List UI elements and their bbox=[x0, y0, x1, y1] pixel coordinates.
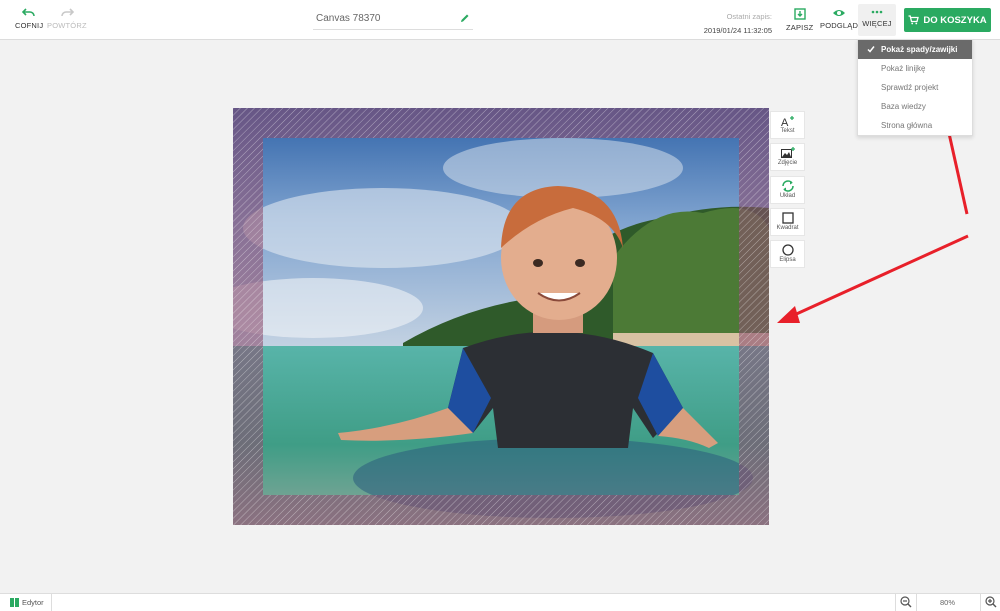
tool-label: Układ bbox=[779, 193, 796, 199]
last-save-time: 2019/01/24 11:32:05 bbox=[703, 26, 772, 35]
add-to-cart-button[interactable]: DO KOSZYKA bbox=[904, 8, 991, 32]
ellipse-tool[interactable]: Elipsa bbox=[770, 240, 805, 268]
save-icon bbox=[794, 8, 806, 20]
redo-label: POWTÓRZ bbox=[47, 21, 87, 30]
ellipse-icon bbox=[781, 244, 794, 256]
add-image-tool[interactable]: Zdjęcie bbox=[770, 143, 805, 171]
text-add-icon: A bbox=[781, 116, 794, 127]
more-dots-icon bbox=[871, 10, 883, 14]
eye-icon bbox=[833, 10, 846, 16]
save-label: ZAPISZ bbox=[786, 23, 814, 32]
add-text-tool[interactable]: A Tekst bbox=[770, 111, 805, 139]
divider bbox=[980, 594, 981, 611]
menu-item-label: Pokaż linijkę bbox=[881, 64, 926, 73]
menu-item-knowledge-base[interactable]: Baza wiedzy bbox=[858, 97, 972, 116]
menu-item-label: Pokaż spady/zawijki bbox=[881, 45, 958, 54]
image-add-icon bbox=[780, 147, 795, 158]
more-menu: Pokaż spady/zawijki Pokaż linijkę Sprawd… bbox=[857, 39, 973, 136]
editor-label: Edytor bbox=[22, 598, 44, 607]
editor-tab[interactable]: Edytor bbox=[0, 594, 52, 611]
layout-refresh-icon bbox=[781, 180, 794, 192]
menu-item-show-ruler[interactable]: Pokaż linijkę bbox=[858, 59, 972, 78]
project-title-field[interactable]: Canvas 78370 bbox=[313, 10, 473, 30]
menu-item-check-project[interactable]: Sprawdź projekt bbox=[858, 78, 972, 97]
svg-text:A: A bbox=[781, 117, 789, 127]
cart-label: DO KOSZYKA bbox=[923, 14, 987, 26]
divider bbox=[895, 594, 896, 611]
more-label: WIĘCEJ bbox=[862, 19, 892, 28]
square-icon bbox=[781, 212, 794, 224]
menu-item-label: Sprawdź projekt bbox=[881, 83, 939, 92]
square-tool[interactable]: Kwadrat bbox=[770, 208, 805, 236]
top-toolbar: COFNIJ POWTÓRZ Canvas 78370 Ostatni zapi… bbox=[0, 0, 1000, 40]
pencil-icon[interactable] bbox=[460, 13, 470, 23]
project-title: Canvas 78370 bbox=[316, 13, 381, 24]
zoom-out-icon[interactable] bbox=[900, 596, 912, 608]
menu-item-label: Baza wiedzy bbox=[881, 102, 926, 111]
design-canvas[interactable] bbox=[233, 108, 769, 525]
save-button[interactable]: ZAPISZ bbox=[786, 8, 813, 32]
last-save-label: Ostatni zapis: bbox=[726, 12, 772, 21]
zoom-in-icon[interactable] bbox=[985, 596, 997, 608]
checkmark-icon bbox=[867, 46, 875, 53]
menu-item-label: Strona główna bbox=[881, 121, 933, 130]
tool-label: Zdjęcie bbox=[777, 160, 798, 166]
menu-item-home-page[interactable]: Strona główna bbox=[858, 116, 972, 135]
tool-label: Tekst bbox=[780, 128, 795, 134]
layout-tool[interactable]: Układ bbox=[770, 176, 805, 204]
book-icon bbox=[10, 598, 19, 607]
last-save-info: Ostatni zapis: 2019/01/24 11:32:05 bbox=[704, 10, 772, 38]
undo-label: COFNIJ bbox=[15, 21, 44, 30]
zoom-level: 80% bbox=[940, 598, 956, 607]
cart-icon bbox=[908, 15, 920, 25]
undo-icon bbox=[22, 8, 35, 17]
preview-label: PODGLĄD bbox=[820, 21, 859, 30]
more-button[interactable]: WIĘCEJ bbox=[858, 4, 896, 36]
preview-button[interactable]: PODGLĄD bbox=[820, 8, 858, 30]
redo-button[interactable]: POWTÓRZ bbox=[47, 8, 87, 30]
undo-button[interactable]: COFNIJ bbox=[15, 8, 43, 30]
child-in-sea-photo[interactable] bbox=[233, 108, 769, 525]
divider bbox=[916, 594, 917, 611]
bottom-bar: Edytor 80% bbox=[0, 593, 1000, 611]
tool-label: Kwadrat bbox=[776, 225, 799, 231]
menu-item-show-bleed[interactable]: Pokaż spady/zawijki bbox=[858, 40, 972, 59]
tool-label: Elipsa bbox=[779, 257, 796, 263]
redo-icon bbox=[61, 8, 74, 17]
